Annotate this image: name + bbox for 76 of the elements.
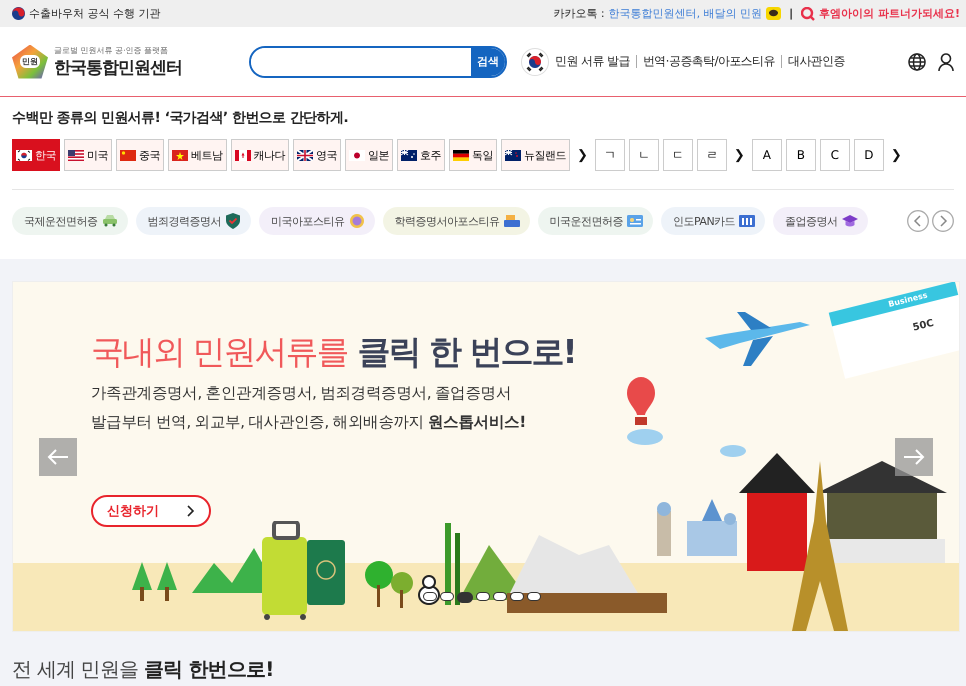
banner-headline-emphasis: 클릭 한 번으로! [358, 331, 576, 373]
flag-icon [521, 48, 549, 76]
category-chip[interactable]: 인도PAN카드 [661, 207, 766, 235]
category-chip[interactable]: 국제운전면허증 [12, 207, 128, 235]
country-tab[interactable]: 영국 [293, 139, 341, 171]
category-chip[interactable]: 졸업증명서 [773, 207, 868, 235]
nav-link[interactable]: 민원 서류 발급 [555, 53, 630, 70]
nav-link[interactable]: 번역·공증촉탁/아포스티유 [642, 53, 775, 70]
magnifier-icon [801, 6, 816, 20]
chevron-right-icon [187, 505, 195, 517]
medal-icon [348, 213, 364, 229]
letter-key[interactable]: D [854, 139, 884, 171]
category-chip[interactable]: 학력증명서아포스티유 [382, 207, 530, 235]
shield-icon [225, 213, 241, 229]
country-tab[interactable]: 캐나다 [230, 139, 289, 171]
letter-key[interactable]: A [752, 139, 782, 171]
banner-text: 발급부터 번역, 외교부, 대사관인증, 해외배송까지 원스톱서비스! [91, 412, 527, 433]
logo-badge-text: 민원 [20, 55, 40, 68]
logo-title[interactable]: 한국통합민원센터 [54, 56, 182, 78]
country-tab[interactable]: 뉴질랜드 [501, 139, 570, 171]
category-chip[interactable]: 범죄경력증명서 [136, 207, 251, 235]
flag-icon [297, 150, 313, 160]
country-tab[interactable]: 일본 [345, 139, 393, 171]
right-arrow-icon [903, 449, 925, 465]
apply-button[interactable]: 신청하기 [91, 495, 211, 527]
category-chip[interactable]: 미국운전면허증 [538, 207, 653, 235]
id-card-icon [627, 213, 643, 229]
card-icon [739, 213, 756, 229]
consonant-key[interactable]: ㄱ [594, 139, 625, 171]
letter-key[interactable]: C [820, 139, 850, 171]
partner-link[interactable]: 후엠아이의 파트너가되세요! [819, 6, 960, 21]
next-arrow-button[interactable]: ❯ [730, 148, 748, 162]
consonant-key[interactable]: ㄷ [662, 139, 693, 171]
next-slide-button[interactable] [895, 438, 933, 476]
kakao-label: 카카오톡 : [553, 6, 605, 21]
kakao-link[interactable]: 한국통합민원센터, 배달의 민원 [608, 6, 762, 21]
search-field[interactable]: 검색 [249, 46, 507, 78]
country-tab[interactable]: 베트남 [168, 139, 226, 171]
globe-icon [908, 52, 926, 70]
flag-icon [120, 150, 136, 160]
graduation-cap-icon [842, 213, 858, 229]
chat-bubble-icon [766, 7, 782, 20]
flag-icon [349, 150, 365, 160]
country-tab[interactable]: 미국 [64, 139, 112, 171]
flag-icon [172, 150, 188, 160]
tray-icon [504, 213, 520, 229]
category-chip[interactable]: 미국아포스티유 [259, 207, 374, 235]
logo-tagline: 글로벌 민원서류 공·인증 플랫폼 [54, 44, 170, 56]
country-tab[interactable]: 한국 [12, 139, 60, 171]
flag-icon [453, 150, 469, 160]
next-arrow-button[interactable]: ❯ [888, 148, 905, 162]
search-button[interactable]: 검색 [471, 48, 505, 76]
car-icon [102, 213, 118, 229]
consonant-key[interactable]: ㄴ [628, 139, 659, 171]
letter-key[interactable]: B [786, 139, 816, 171]
flag-icon [401, 150, 417, 160]
nav-link[interactable]: 대사관인증 [788, 53, 845, 70]
taegeuk-icon [12, 7, 25, 20]
flag-icon [16, 150, 32, 160]
user-icon [938, 52, 954, 70]
banner-headline-lead: 국내외 민원서류를 [91, 331, 348, 373]
banner-text: 가족관계증명서, 혼인관계증명서, 범죄경력증명서, 졸업증명서 [91, 383, 512, 404]
left-arrow-icon [47, 449, 69, 465]
country-tab[interactable]: 중국 [116, 139, 164, 171]
section-title: 전 세계 민원을 클릭 한번으로! [12, 656, 275, 683]
flag-icon [234, 150, 250, 160]
voucher-text: 수출바우처 공식 수행 기관 [29, 6, 160, 21]
separator-text: | [789, 7, 794, 20]
flag-icon [68, 150, 84, 160]
boarding-pass: Business 50C [828, 282, 959, 379]
country-tab[interactable]: 독일 [449, 139, 497, 171]
section-headline: 수백만 종류의 민원서류! ‘국가검색’ 한번으로 간단하게. [12, 109, 350, 127]
flag-icon [505, 150, 521, 160]
consonant-key[interactable]: ㄹ [696, 139, 727, 171]
next-arrow-button[interactable]: ❯ [574, 148, 591, 162]
country-tab[interactable]: 호주 [397, 139, 445, 171]
